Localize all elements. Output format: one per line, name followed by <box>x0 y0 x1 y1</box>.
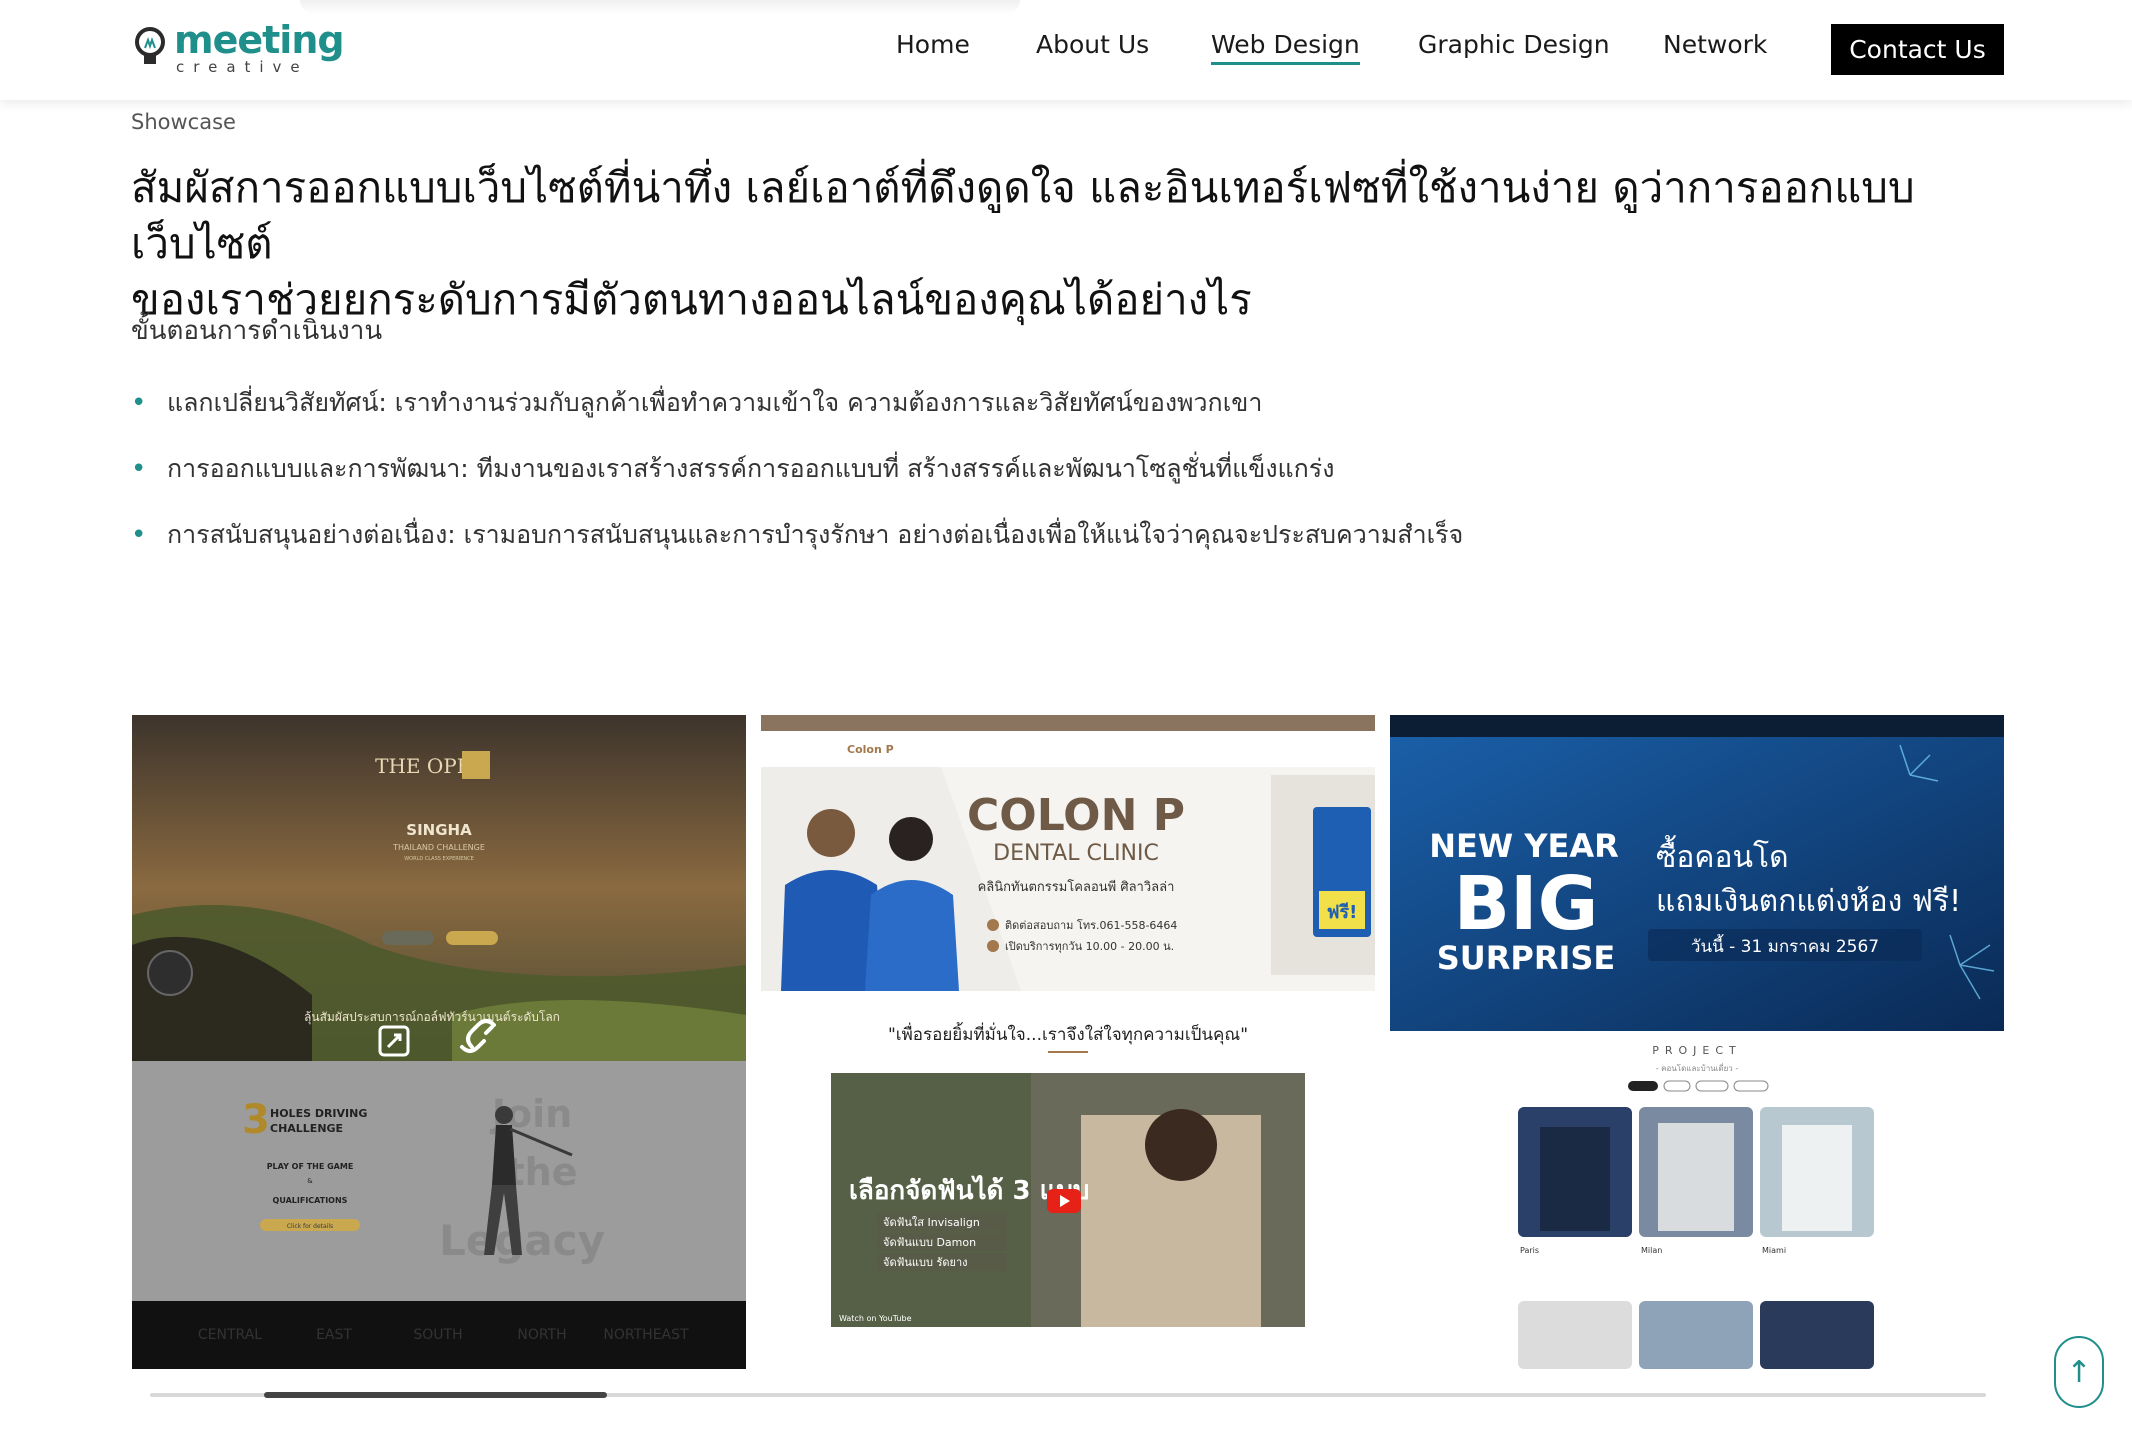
singha-subtitle: THAILAND CHALLENGE <box>392 843 485 852</box>
details-pill-button[interactable] <box>446 931 498 945</box>
project-name: Milan <box>1641 1246 1662 1255</box>
ampersand: & <box>307 1177 313 1185</box>
singha-caption: ลุ้นสัมผัสประสบการณ์กอล์ฟทัวร์นาเมนต์ระด… <box>304 1010 560 1025</box>
page-title: สัมผัสการออกแบบเว็บไซต์ที่น่าทึ่ง เลย์เอ… <box>131 160 2011 328</box>
region-east[interactable]: EAST <box>316 1327 352 1343</box>
trophy-badge-icon <box>147 950 193 996</box>
singha-title: SINGHA <box>406 821 472 839</box>
site-logo[interactable]: meeting creative <box>134 18 345 78</box>
project-tile[interactable] <box>1760 1301 1874 1369</box>
phone-icon <box>987 919 999 931</box>
page-title-line-1: สัมผัสการออกแบบเว็บไซต์ที่น่าทึ่ง เลย์เอ… <box>131 163 1915 268</box>
clinic-hours: เปิดบริการทุกวัน 10.00 - 20.00 น. <box>1005 940 1174 953</box>
logo-subtitle: creative <box>176 58 309 76</box>
watch-on-youtube[interactable]: Watch on YouTube <box>839 1314 912 1323</box>
filter-pill[interactable] <box>1695 1080 1729 1092</box>
clinic-title: COLON P <box>967 790 1185 841</box>
clinic-desc: คลินิกทันตกรรมโคลอนพี ศิลาวิลล่า <box>978 879 1175 895</box>
lightbulb-logo-icon <box>135 27 165 64</box>
showcase-card-singha[interactable]: THE OPEN SINGHA THAILAND CHALLENGE WORLD… <box>132 715 746 1369</box>
project-name: Miami <box>1762 1246 1786 1255</box>
header-shadow <box>300 0 1020 14</box>
process-heading: ขั้นตอนการดำเนินงาน <box>131 316 383 346</box>
page-title-line-2: ของเราช่วยยกระดับการมีตัวตนทางออนไลน์ของ… <box>131 275 1252 324</box>
video-option-2: จัดฟันแบบ Damon <box>883 1236 976 1249</box>
process-list: แลกเปลี่ยนวิสัยทัศน์: เราทำงานร่วมกับลูก… <box>131 385 1463 583</box>
project-tile[interactable] <box>1518 1301 1632 1369</box>
contact-us-button[interactable]: Contact Us <box>1831 24 2004 75</box>
nav-graphic-design[interactable]: Graphic Design <box>1418 30 1610 59</box>
challenge-title-1: HOLES DRIVING <box>270 1107 367 1120</box>
legacy-word-3: Legacy <box>439 1216 605 1265</box>
golf-challenge-section <box>132 1061 746 1301</box>
project-subheading: - คอนโดและบ้านเดี่ยว - <box>1656 1062 1739 1073</box>
region-north[interactable]: NORTH <box>517 1327 566 1343</box>
legacy-word-2: the <box>507 1150 578 1194</box>
promo-big: BIG <box>1454 861 1599 947</box>
site-header: meeting creative Home About Us Web Desig… <box>0 0 2132 100</box>
promo-text-1: ซื้อคอนโด <box>1656 835 1789 875</box>
register-pill-button[interactable] <box>382 931 434 945</box>
process-item: การออกแบบและการพัฒนา: ทีมงานของเราสร้างส… <box>131 451 1463 517</box>
process-item: การสนับสนุนอย่างต่อเนื่อง: เรามอบการสนับ… <box>131 517 1463 583</box>
condo-nav <box>1390 715 2004 737</box>
region-northeast[interactable]: NORTHEAST <box>603 1327 689 1343</box>
free-badge-label: ฟรี! <box>1327 902 1358 923</box>
video-option-3: จัดฟันแบบ รัดยาง <box>883 1256 968 1269</box>
challenge-title-2: CHALLENGE <box>270 1122 343 1135</box>
promo-date: วันนี้ - 31 มกราคม 2567 <box>1691 934 1879 957</box>
clinic-logo: Colon P <box>847 743 894 756</box>
clinic-subtitle: DENTAL CLINIC <box>993 841 1159 866</box>
project-tile[interactable] <box>1639 1301 1753 1369</box>
logo-wordmark: meeting <box>174 18 345 62</box>
promo-text-2: แถมเงินตกแต่งห้อง ฟรี! <box>1656 884 1961 919</box>
video-option-1: จัดฟันใส Invisalign <box>883 1216 980 1229</box>
showcase-card-condo[interactable]: NEW YEAR BIG SURPRISE ซื้อคอนโด แถมเงินต… <box>1390 715 2004 1369</box>
play-of-the-game: PLAY OF THE GAME <box>267 1162 354 1171</box>
back-to-top-button[interactable]: ↑ <box>2054 1336 2104 1408</box>
clinic-topbar <box>761 715 1375 731</box>
filter-pill[interactable] <box>1733 1080 1769 1092</box>
project-heading: PROJECT <box>1652 1044 1742 1057</box>
nav-about-us[interactable]: About Us <box>1036 30 1149 59</box>
region-central[interactable]: CENTRAL <box>198 1327 262 1343</box>
promo-surprise: SURPRISE <box>1437 939 1616 977</box>
clinic-phone: ติดต่อสอบถาม โทร.061-558-6464 <box>1005 918 1177 932</box>
singha-logo-icon <box>462 751 490 779</box>
region-south[interactable]: SOUTH <box>413 1327 462 1343</box>
clinic-quote: "เพื่อรอยยิ้มที่มั่นใจ...เราจึงใส่ใจทุกค… <box>888 1022 1248 1045</box>
qualifications: QUALIFICATIONS <box>273 1196 348 1205</box>
quote-divider <box>1048 1051 1088 1053</box>
filter-pill[interactable] <box>1663 1080 1691 1092</box>
showcase-card-colon-p[interactable]: Colon P COLON P DENTAL CLINIC คลินิกทันต… <box>761 715 1375 1369</box>
breadcrumb: Showcase <box>131 110 236 134</box>
arrow-up-icon: ↑ <box>2066 1354 2092 1390</box>
filter-pill-all[interactable] <box>1628 1081 1658 1091</box>
project-name: Paris <box>1520 1246 1539 1255</box>
clock-icon <box>987 940 999 952</box>
click-details-label: Click for details <box>287 1223 333 1230</box>
nav-web-design[interactable]: Web Design <box>1211 30 1360 65</box>
singha-tagline: WORLD CLASS EXPERIENCE <box>404 856 474 862</box>
carousel-scroll-thumb[interactable] <box>264 1392 607 1398</box>
challenge-number: 3 <box>242 1097 270 1143</box>
process-item: แลกเปลี่ยนวิสัยทัศน์: เราทำงานร่วมกับลูก… <box>131 385 1463 451</box>
promo-new-year: NEW YEAR <box>1429 827 1619 865</box>
nav-home[interactable]: Home <box>896 30 970 59</box>
nav-network[interactable]: Network <box>1663 30 1767 59</box>
